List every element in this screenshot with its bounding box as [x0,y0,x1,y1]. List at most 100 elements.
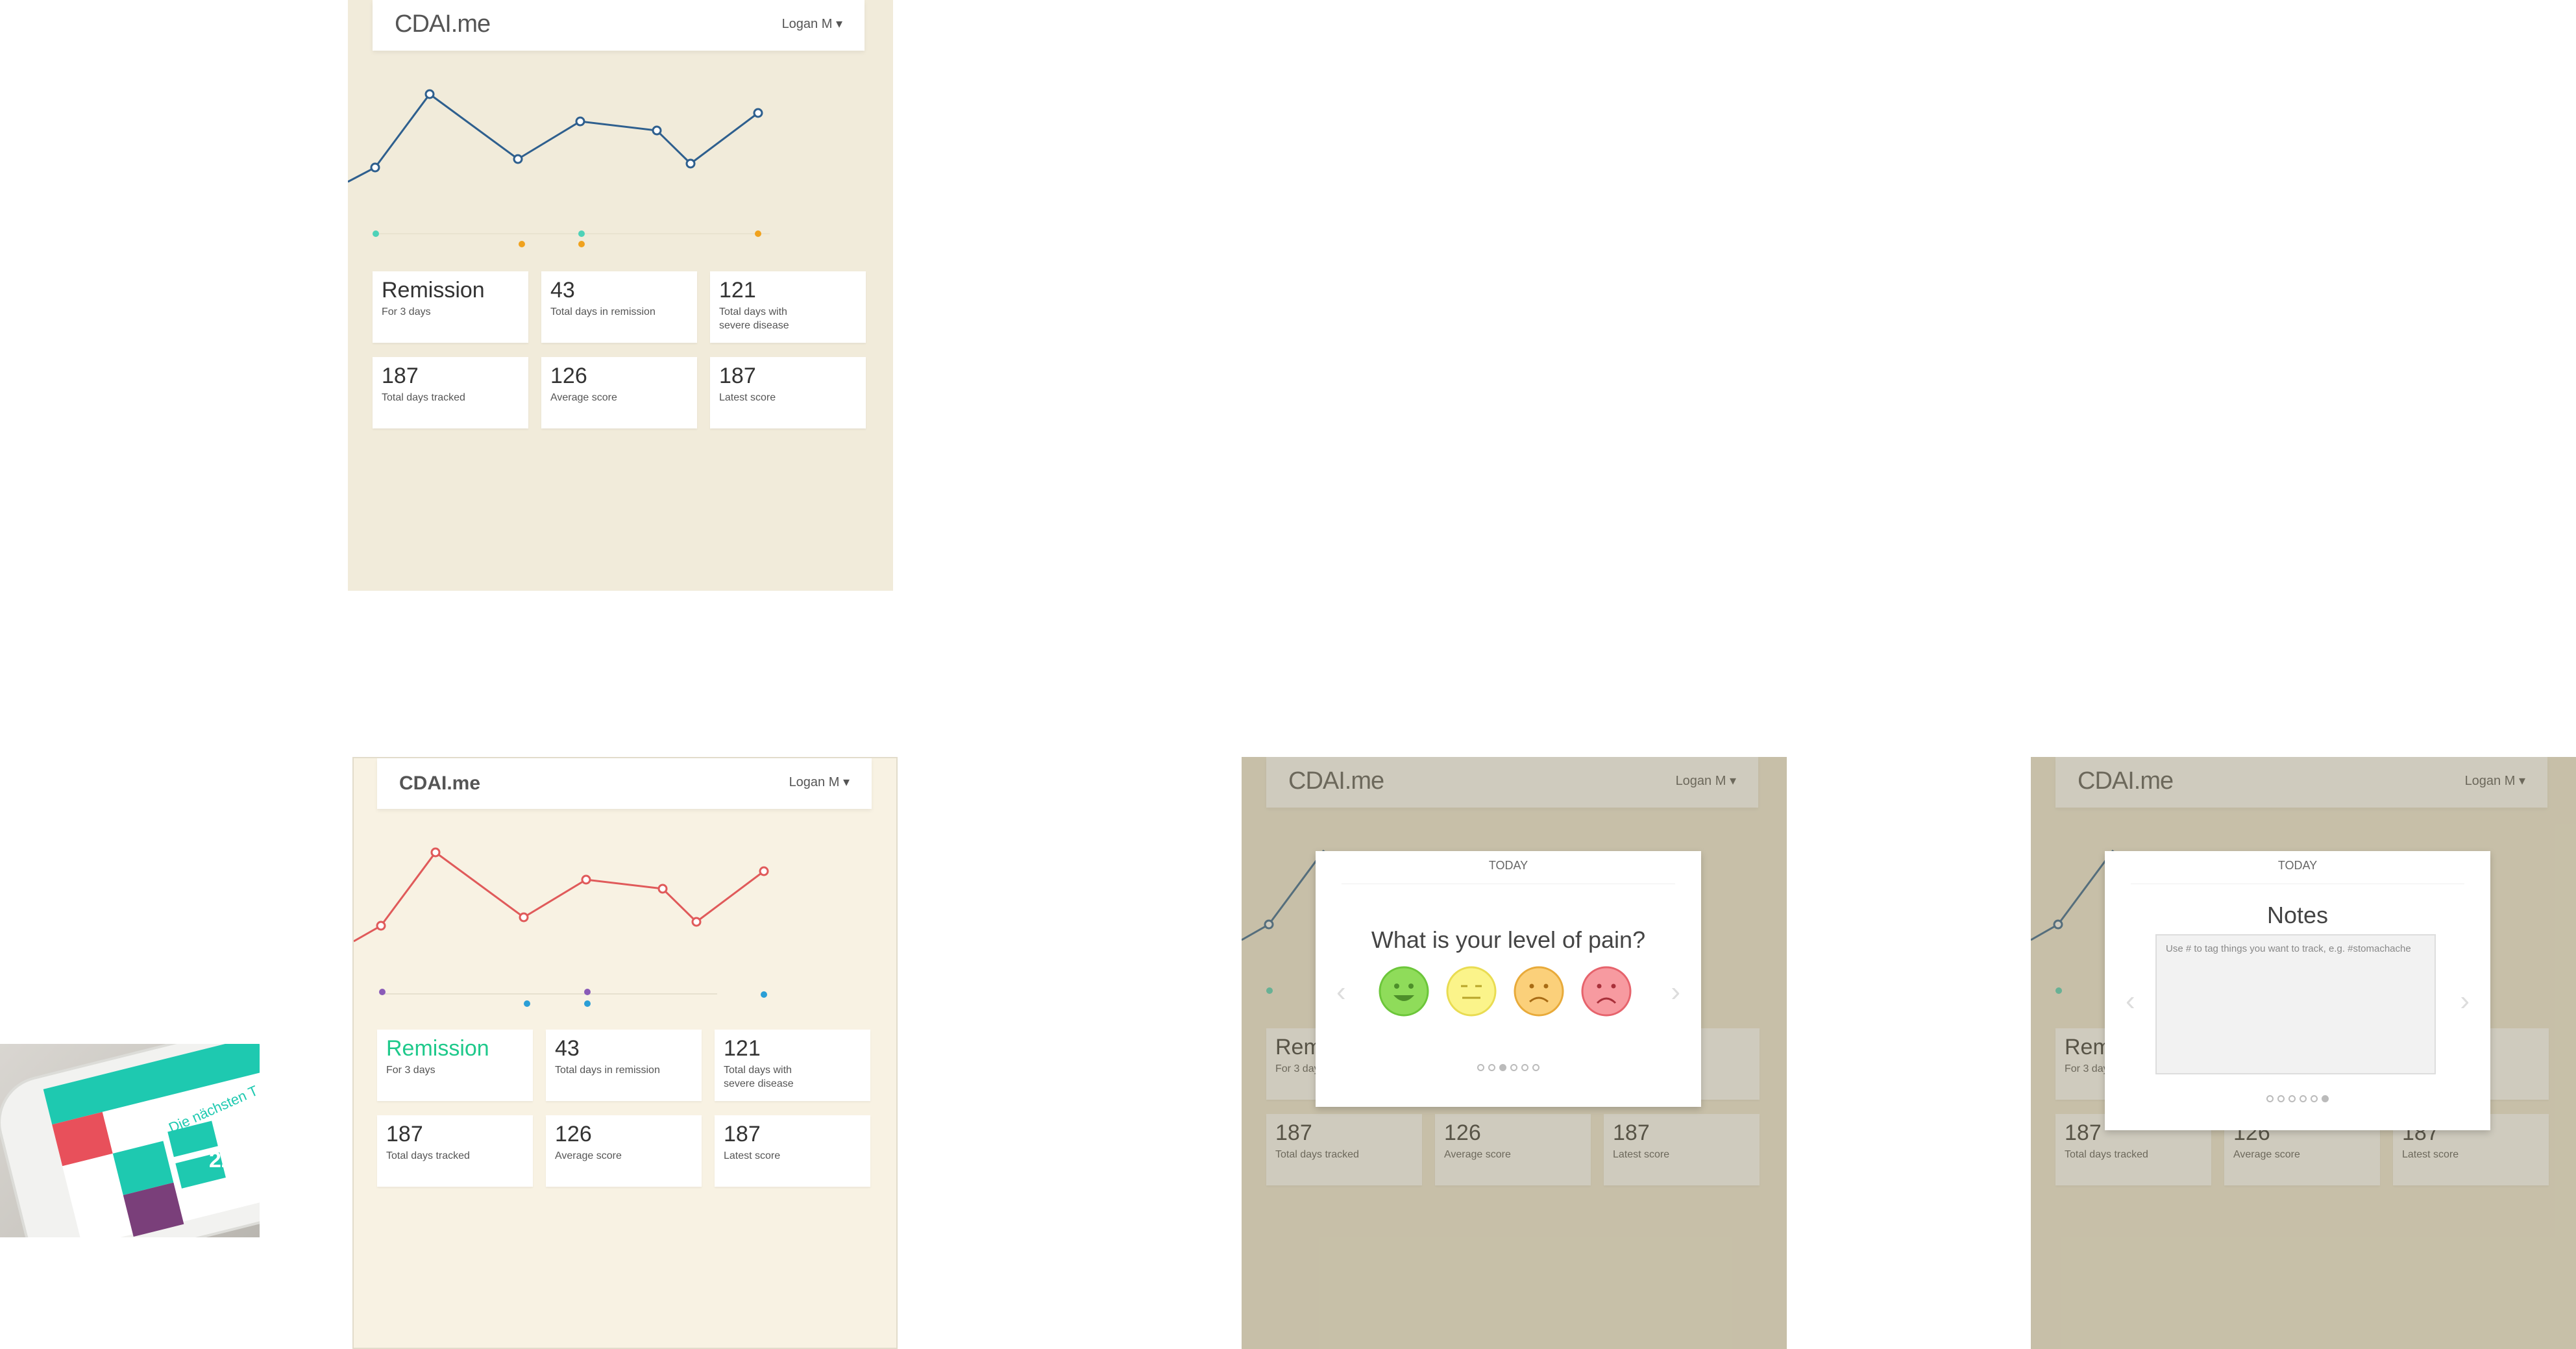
stat-label: Average score [550,392,617,403]
next-arrow-icon[interactable]: › [2460,985,2470,1017]
stat-card-remission: Remission For 3 days [377,1030,533,1101]
data-point [513,154,523,164]
dashboard-panel-red: CDAI.me Logan M ▾ Remission For 3 days 4… [352,757,898,1349]
thumb-num: 22 [225,1179,249,1204]
stat-card-severe: 121 Total days with severe disease [715,1030,870,1101]
stat-card-latest: 187 Latest score [715,1115,870,1187]
stat-card-average: 126 Average score [546,1115,702,1187]
frown-face-icon[interactable] [1513,965,1565,1017]
event-dot [578,230,585,237]
event-dot [755,230,761,237]
data-point [685,158,696,169]
page-dot-active[interactable] [2322,1095,2329,1102]
page-dot[interactable] [2277,1095,2285,1102]
page-dot[interactable] [1521,1064,1528,1071]
notes-modal: TODAY Notes ‹ › Use # to tag things you … [2105,851,2490,1130]
stat-label: Total days tracked [382,392,465,403]
page-dot[interactable] [1532,1064,1539,1071]
score-line [354,850,765,943]
page-dot[interactable] [1488,1064,1495,1071]
stat-value: 187 [724,1122,761,1146]
stat-card-tracked: 187 Total days tracked [373,357,528,428]
neutral-face-icon[interactable] [1445,965,1497,1017]
smile-face-icon[interactable] [1378,965,1430,1017]
event-dot [584,1000,591,1007]
prev-arrow-icon[interactable]: ‹ [2126,985,2135,1017]
stat-value: 121 [724,1036,761,1061]
thumb-num: 22 [209,1148,234,1172]
score-line-chart [354,847,769,1007]
dashboard-panel-blue: CDAI.me Logan M ▾ Remission For 3 days 4… [348,0,893,591]
stat-label: Average score [555,1150,622,1161]
event-dot [379,989,386,995]
data-point [575,116,585,127]
page-dot[interactable] [1477,1064,1484,1071]
stat-card-average: 126 Average score [541,357,697,428]
stat-label: Total days in remission [555,1065,660,1076]
phone-mockup [0,1044,260,1237]
data-point [753,108,763,118]
data-point [581,874,591,885]
event-dot [761,991,767,998]
data-point [376,921,386,931]
score-line [348,92,759,183]
page-indicator [1316,1063,1701,1074]
page-dot[interactable] [1510,1064,1517,1071]
page-dot[interactable] [2288,1095,2296,1102]
stat-label: For 3 days [386,1065,435,1076]
data-point [759,866,769,876]
stat-label: Total days tracked [386,1150,470,1161]
stat-label: Total days with severe disease [719,306,789,331]
score-line-chart [348,89,770,247]
event-dot [584,989,591,995]
notes-entry-panel: CDAI.me Logan M ▾ Remission For 3 days 1… [2031,757,2576,1349]
sad-face-icon[interactable] [1580,965,1632,1017]
event-dot [519,241,525,247]
next-arrow-icon[interactable]: › [1671,976,1680,1008]
pain-question: What is your level of pain? [1371,926,1646,953]
stat-value: 43 [555,1036,580,1061]
page-dot-active[interactable] [1499,1064,1506,1071]
stat-card-days-remission: 43 Total days in remission [546,1030,702,1101]
pain-entry-panel: CDAI.me Logan M ▾ Remission For 3 days 1… [1242,757,1787,1349]
modal-date: TODAY [1488,859,1528,872]
notes-textarea[interactable]: Use # to tag things you want to track, e… [2155,934,2436,1074]
stat-card-tracked: 187 Total days tracked [377,1115,533,1187]
stat-value: 187 [386,1122,423,1146]
stat-value: Remission [382,278,485,303]
prev-arrow-icon[interactable]: ‹ [1336,976,1346,1008]
data-point [691,917,702,927]
stat-label: For 3 days [382,306,431,317]
phone-photo-thumbnail: Die nächsten T 22 22 [0,1044,260,1237]
page-dot[interactable] [2311,1095,2318,1102]
data-point [370,162,380,173]
pain-modal: TODAY What is your level of pain? ‹ › [1316,851,1701,1107]
data-point [519,912,529,922]
stat-value: 126 [555,1122,592,1146]
page-indicator [2105,1094,2490,1106]
stat-label: Total days in remission [550,306,656,317]
data-point [652,125,662,136]
stat-value: 187 [719,364,756,388]
event-dot [524,1000,530,1007]
page-dot[interactable] [2266,1095,2274,1102]
stat-card-latest: 187 Latest score [710,357,866,428]
notes-heading: Notes [2266,902,2329,928]
notes-placeholder: Use # to tag things you want to track, e… [2166,943,2411,954]
data-point [430,847,441,858]
modal-date: TODAY [2277,859,2318,872]
event-dot [578,241,585,247]
stat-value: 126 [550,364,587,388]
stat-card-days-remission: 43 Total days in remission [541,271,697,343]
stat-label: Latest score [724,1150,781,1161]
stat-card-severe: 121 Total days with severe disease [710,271,866,343]
event-dot [373,230,379,237]
stat-card-remission: Remission For 3 days [373,271,528,343]
stat-label: Total days with severe disease [724,1065,794,1089]
stat-value: 43 [550,278,575,303]
page-dot[interactable] [2300,1095,2307,1102]
data-point [657,884,668,894]
data-point [424,89,435,99]
stat-value: Remission [386,1036,489,1061]
stat-value: 121 [719,278,756,303]
